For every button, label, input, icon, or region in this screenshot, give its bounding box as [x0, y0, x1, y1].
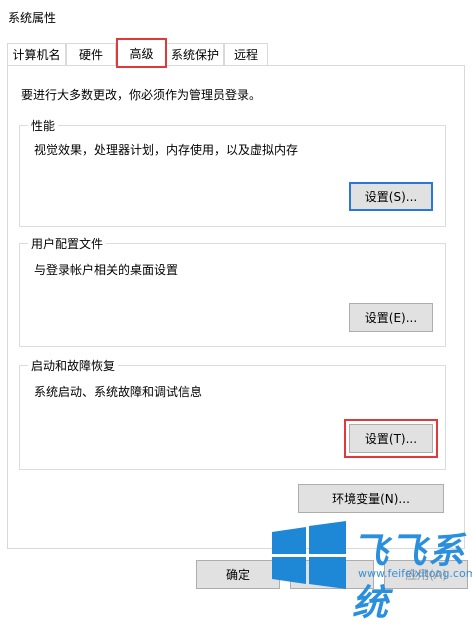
title-bar: 系统属性 [0, 0, 472, 31]
environment-variables-button[interactable]: 环境变量(N)... [298, 484, 444, 513]
performance-settings-button[interactable]: 设置(S)... [349, 182, 433, 211]
tab-hardware[interactable]: 硬件 [66, 43, 116, 65]
startup-recovery-legend: 启动和故障恢复 [28, 357, 119, 374]
performance-description: 视觉效果，处理器计划，内存使用，以及虚拟内存 [34, 143, 299, 157]
startup-recovery-settings-button[interactable]: 设置(T)... [344, 419, 438, 458]
tab-computer-name[interactable]: 计算机名 [7, 43, 66, 65]
admin-notice: 要进行大多数更改，你必须作为管理员登录。 [21, 88, 262, 102]
user-profiles-legend: 用户配置文件 [28, 235, 107, 252]
tab-remote[interactable]: 远程 [224, 43, 268, 65]
startup-recovery-group: 启动和故障恢复 系统启动、系统故障和调试信息 [19, 357, 446, 470]
performance-legend: 性能 [28, 117, 59, 134]
performance-group: 性能 视觉效果，处理器计划，内存使用，以及虚拟内存 [19, 117, 446, 227]
tab-system-protection[interactable]: 系统保护 [166, 43, 224, 65]
tab-strip: 计算机名 硬件 高级 系统保护 远程 [0, 31, 472, 68]
tab-advanced[interactable]: 高级 [116, 38, 167, 68]
user-profiles-description: 与登录帐户相关的桌面设置 [34, 263, 179, 277]
watermark-url: www.feifeixitong.com [358, 567, 472, 580]
watermark: 飞飞系统 www.feifeixitong.com [270, 520, 472, 624]
ok-button[interactable]: 确定 [196, 560, 280, 589]
startup-recovery-description: 系统启动、系统故障和调试信息 [34, 385, 203, 399]
window-title: 系统属性 [8, 11, 57, 25]
user-profiles-settings-button[interactable]: 设置(E)... [349, 303, 433, 332]
windows-logo-icon [272, 521, 346, 589]
